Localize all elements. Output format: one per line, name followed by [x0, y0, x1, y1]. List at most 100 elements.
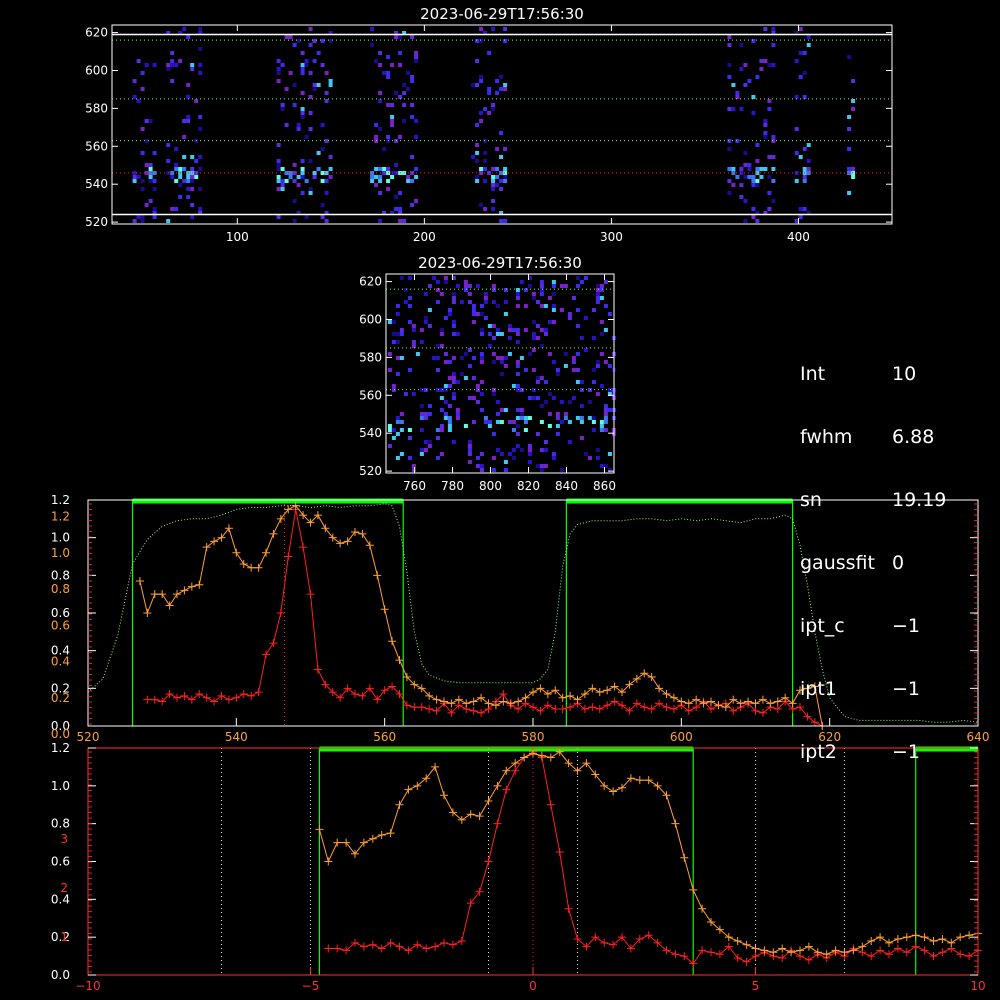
heatmap-pixel — [419, 448, 424, 452]
heatmap-pixel — [491, 175, 496, 179]
heatmap-pixel — [382, 167, 387, 171]
heatmap-pixel — [503, 83, 508, 87]
heatmap-pixel — [755, 179, 760, 183]
heatmap-pixel — [543, 304, 548, 308]
data-point — [689, 885, 698, 894]
heatmap-pixel — [739, 167, 744, 171]
heatmap-pixel — [378, 179, 383, 183]
heatmap-pixel — [531, 388, 536, 392]
data-point — [299, 543, 308, 552]
heatmap-pixel — [531, 296, 536, 300]
heatmap-pixel — [186, 119, 191, 123]
data-point — [417, 703, 426, 712]
heatmap-pixel — [152, 187, 157, 191]
heatmap-pixel — [587, 400, 592, 404]
heatmap-pixel — [499, 171, 504, 175]
heatmap-pixel — [603, 304, 608, 308]
data-point — [377, 831, 386, 840]
data-point — [135, 576, 144, 585]
heatmap-pixel — [802, 175, 807, 179]
heatmap-pixel — [390, 115, 395, 119]
heatmap-pixel — [531, 368, 536, 372]
data-point — [965, 931, 974, 940]
heatmap-pixel — [487, 171, 492, 175]
heatmap-pixel — [763, 59, 768, 63]
heatmap-pixel — [571, 360, 576, 364]
heatmap-pixel — [487, 332, 492, 336]
heatmap-pixel — [751, 207, 756, 211]
x-tick-label: 860 — [593, 479, 616, 493]
data-point — [202, 543, 211, 552]
x-tick-label: 560 — [373, 730, 396, 744]
heatmap-pixel — [735, 175, 740, 179]
heatmap-pixel — [847, 171, 852, 175]
heatmap-pixel — [378, 51, 383, 55]
heatmap-pixel — [390, 123, 395, 127]
heatmap-pixel — [390, 103, 395, 107]
heatmap-pixel — [170, 63, 175, 67]
heatmap-pixel — [451, 392, 456, 396]
heatmap-pixel — [423, 440, 428, 444]
heatmap-pixel — [731, 107, 736, 111]
heatmap-pixel — [511, 384, 516, 388]
heatmap-pixel — [276, 163, 281, 167]
data-point — [566, 703, 575, 712]
heatmap-pixel — [547, 352, 552, 356]
data-point — [647, 705, 656, 714]
heatmap-pixel — [806, 167, 811, 171]
heatmap-pixel — [304, 215, 309, 219]
heatmap-pixel — [607, 312, 612, 316]
data-point — [684, 706, 693, 715]
heatmap-pixel — [451, 376, 456, 380]
heatmap-pixel — [443, 412, 448, 416]
heatmap-pixel — [575, 276, 580, 280]
y-tick-label: 0.0 — [51, 968, 70, 982]
heatmap-pixel — [166, 63, 171, 67]
heatmap-pixel — [802, 207, 807, 211]
heatmap-pixel — [467, 396, 472, 400]
heatmap-pixel — [491, 167, 496, 171]
heatmap-pixel — [467, 460, 472, 464]
heatmap-pixel — [435, 356, 440, 360]
heatmap-pixel — [447, 308, 452, 312]
heatmap-pixel — [479, 79, 484, 83]
heatmap-pixel — [374, 123, 379, 127]
heatmap-pixel — [591, 368, 596, 372]
heatmap-pixel — [471, 308, 476, 312]
heatmap-pixel — [471, 312, 476, 316]
heatmap-pixel — [495, 183, 500, 187]
heatmap-pixel — [407, 456, 412, 460]
heatmap-pixel — [531, 336, 536, 340]
heatmap-pixel — [851, 107, 856, 111]
data-point — [655, 684, 664, 693]
heatmap-pixel — [495, 448, 500, 452]
heatmap-pixel — [451, 324, 456, 328]
heatmap-pixel — [579, 336, 584, 340]
data-point — [351, 689, 359, 698]
heatmap-pixel — [152, 63, 157, 67]
heatmap-pixel — [543, 400, 548, 404]
series-line — [147, 509, 823, 727]
heatmap-pixel — [186, 115, 191, 119]
y-tick-label: 0.8 — [51, 568, 70, 582]
heatmap-pixel — [451, 440, 456, 444]
heatmap-pixel — [503, 87, 508, 91]
heatmap-pixel — [463, 280, 468, 284]
heatmap-pixel — [515, 424, 520, 428]
heatmap-pixel — [499, 219, 504, 223]
heatmap-pixel — [495, 304, 500, 308]
data-point — [368, 940, 377, 949]
heatmap-pixel — [751, 215, 756, 219]
heatmap-pixel — [447, 420, 452, 424]
heatmap-pixel — [579, 416, 584, 420]
data-point — [938, 948, 947, 957]
heatmap-pixel — [747, 79, 752, 83]
heatmap-pixel — [414, 119, 419, 123]
heatmap-pixel — [479, 356, 484, 360]
heatmap-pixel — [579, 380, 584, 384]
heatmap-pixel — [386, 179, 391, 183]
data-point — [858, 942, 867, 951]
heatmap-pixel — [423, 320, 428, 324]
heatmap-pixel — [439, 332, 444, 336]
data-point — [781, 693, 790, 702]
